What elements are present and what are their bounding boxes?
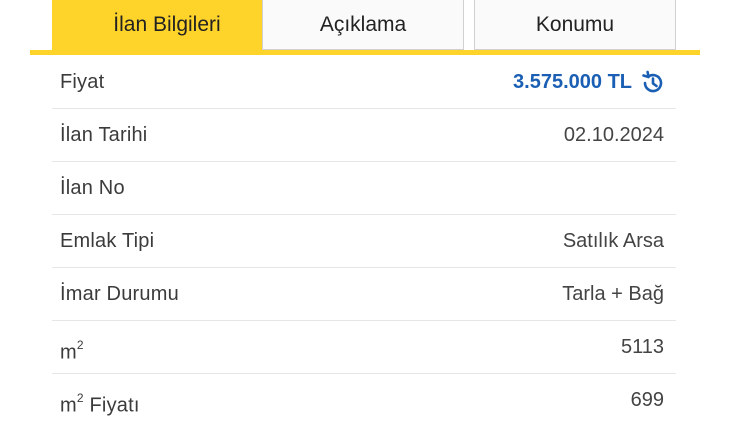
- listing-no-label: İlan No: [60, 177, 125, 199]
- area-label: m2: [60, 338, 84, 364]
- row-zoning: İmar Durumu Tarla + Bağ: [52, 268, 676, 321]
- tab-underline: [30, 50, 700, 55]
- tab-aciklama[interactable]: Açıklama: [262, 0, 464, 50]
- details-list: Fiyat 3.575.000 TL İlan Tarihi 02.10.202…: [52, 56, 676, 420]
- row-property-type: Emlak Tipi Satılık Arsa: [52, 215, 676, 268]
- price-label: Fiyat: [60, 71, 105, 93]
- date-value: 02.10.2024: [563, 124, 664, 146]
- price-value: 3.575.000 TL: [513, 71, 632, 93]
- tab-bar: İlan Bilgileri Açıklama Konumu: [30, 0, 700, 55]
- tab-konumu[interactable]: Konumu: [474, 0, 676, 50]
- area-value: 5113: [620, 336, 664, 358]
- price-history-icon[interactable]: [640, 70, 666, 96]
- zoning-label: İmar Durumu: [60, 283, 179, 305]
- property-type-value: Satılık Arsa: [562, 230, 664, 252]
- row-date: İlan Tarihi 02.10.2024: [52, 109, 676, 162]
- unit-price-value: 699: [630, 389, 664, 411]
- zoning-value: Tarla + Bağ: [562, 283, 664, 305]
- row-price: Fiyat 3.575.000 TL: [52, 56, 676, 109]
- date-label: İlan Tarihi: [60, 124, 148, 146]
- price-value-group[interactable]: 3.575.000 TL: [513, 56, 666, 109]
- property-type-label: Emlak Tipi: [60, 230, 155, 252]
- row-area: m2 5113: [52, 321, 676, 374]
- row-listing-no: İlan No: [52, 162, 676, 215]
- tab-ilan-bilgileri[interactable]: İlan Bilgileri: [52, 0, 282, 50]
- row-unit-price: m2 Fiyatı 699: [52, 374, 676, 427]
- listing-details-screen: İlan Bilgileri Açıklama Konumu Fiyat 3.5…: [0, 0, 730, 420]
- unit-price-label: m2 Fiyatı: [60, 391, 140, 417]
